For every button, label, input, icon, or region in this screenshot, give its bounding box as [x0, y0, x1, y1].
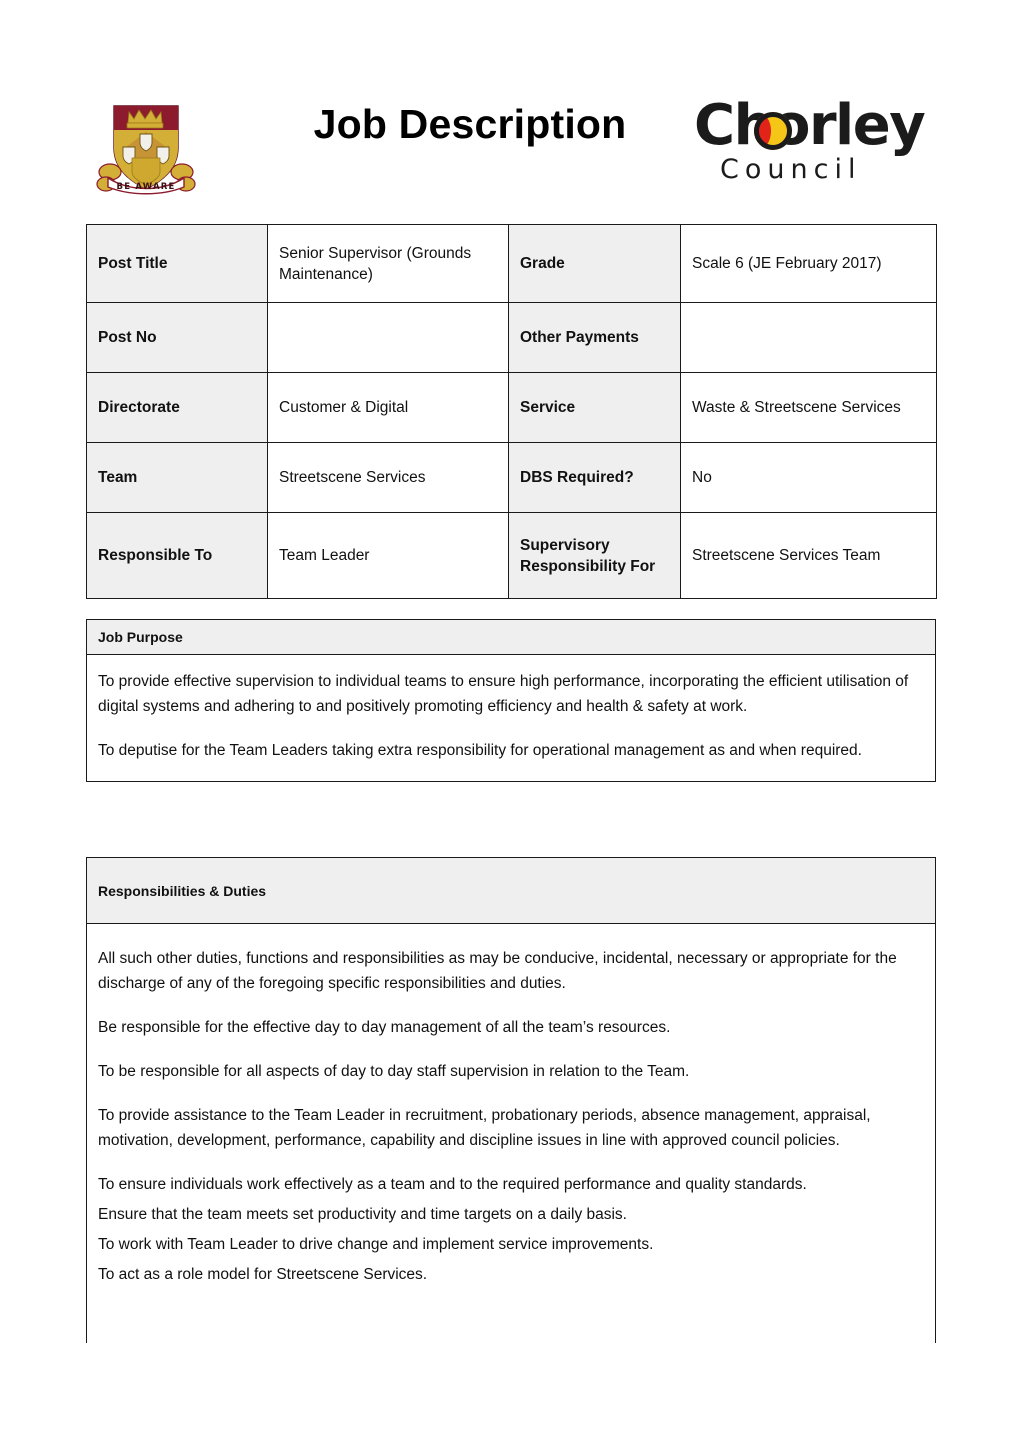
field-value-other-payments	[680, 302, 937, 373]
field-label-grade: Grade	[508, 224, 681, 303]
field-value-dbs-required: No	[680, 442, 937, 513]
table-row: Directorate Customer & Digital Service W…	[86, 372, 937, 443]
table-row: Post No Other Payments	[86, 302, 937, 373]
responsibilities-duties-body: All such other duties, functions and res…	[87, 924, 935, 1287]
duty-paragraph: Ensure that the team meets set productiv…	[98, 1206, 627, 1223]
field-value-supervisory-responsibility-for: Streetscene Services Team	[680, 512, 937, 599]
document-page: BE AWARE Job Description Chorley Council…	[0, 0, 1020, 1443]
brand-letter-o-ring-icon	[754, 112, 792, 150]
document-header: BE AWARE Job Description Chorley Council	[0, 0, 1020, 210]
chorley-coat-of-arms-icon: BE AWARE	[92, 92, 200, 196]
field-value-post-no	[267, 302, 509, 373]
field-value-post-title: Senior Supervisor (Grounds Maintenance)	[267, 224, 509, 303]
crest-motto-text: BE AWARE	[117, 182, 176, 192]
field-label-other-payments: Other Payments	[508, 302, 681, 373]
field-label-supervisory-responsibility-for: Supervisory Responsibility For	[508, 512, 681, 599]
field-label-dbs-required: DBS Required?	[508, 442, 681, 513]
post-details-table: Post Title Senior Supervisor (Grounds Ma…	[86, 224, 937, 599]
duty-paragraph: To provide assistance to the Team Leader…	[98, 1107, 871, 1149]
field-label-responsible-to: Responsible To	[86, 512, 268, 599]
field-value-grade: Scale 6 (JE February 2017)	[680, 224, 937, 303]
responsibilities-duties-heading: Responsibilities & Duties	[87, 858, 935, 924]
table-row: Responsible To Team Leader Supervisory R…	[86, 512, 937, 599]
job-purpose-body: To provide effective supervision to indi…	[87, 655, 935, 781]
table-row: Team Streetscene Services DBS Required? …	[86, 442, 937, 513]
job-purpose-paragraph: To provide effective supervision to indi…	[98, 673, 909, 715]
job-purpose-section: Job Purpose To provide effective supervi…	[86, 619, 936, 782]
responsibilities-duties-section: Responsibilities & Duties All such other…	[86, 857, 936, 1343]
field-value-responsible-to: Team Leader	[267, 512, 509, 599]
chorley-council-logo: Chorley Council	[694, 96, 930, 198]
field-label-post-no: Post No	[86, 302, 268, 373]
duty-paragraph: To act as a role model for Streetscene S…	[98, 1266, 428, 1283]
page-title: Job Description	[313, 101, 627, 147]
duty-paragraph: All such other duties, functions and res…	[98, 950, 897, 992]
field-label-team: Team	[86, 442, 268, 513]
brand-wordmark-chorley: Chorley	[694, 93, 926, 158]
job-purpose-paragraph: To deputise for the Team Leaders taking …	[98, 742, 862, 759]
duty-paragraph: To work with Team Leader to drive change…	[98, 1236, 654, 1253]
job-purpose-heading: Job Purpose	[87, 620, 935, 655]
field-label-service: Service	[508, 372, 681, 443]
field-value-team: Streetscene Services	[267, 442, 509, 513]
brand-wordmark-council: Council	[720, 154, 862, 185]
field-label-post-title: Post Title	[86, 224, 268, 303]
duty-paragraph: Be responsible for the effective day to …	[98, 1019, 671, 1036]
duty-paragraph: To be responsible for all aspects of day…	[98, 1063, 690, 1080]
field-value-service: Waste & Streetscene Services	[680, 372, 937, 443]
table-row: Post Title Senior Supervisor (Grounds Ma…	[86, 224, 937, 303]
field-value-directorate: Customer & Digital	[267, 372, 509, 443]
field-label-directorate: Directorate	[86, 372, 268, 443]
duty-paragraph: To ensure individuals work effectively a…	[98, 1176, 807, 1193]
